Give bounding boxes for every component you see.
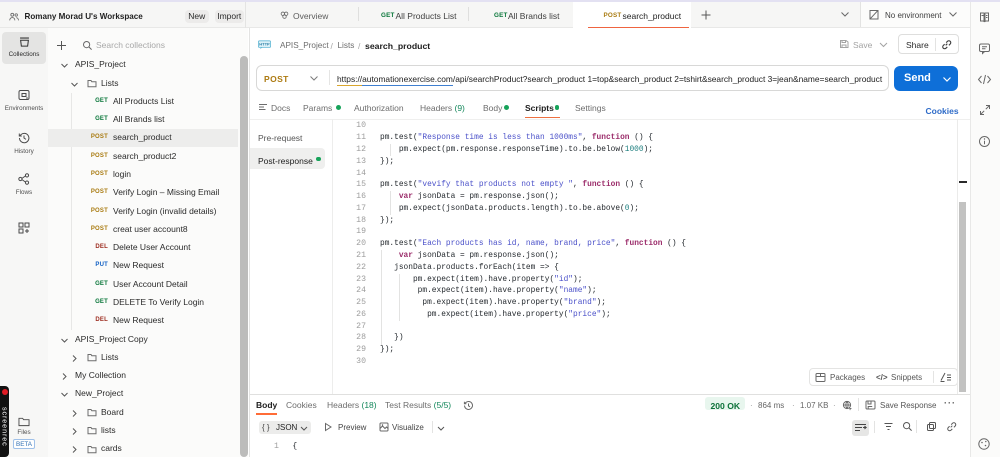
- svg-text:HTTP: HTTP: [259, 42, 270, 47]
